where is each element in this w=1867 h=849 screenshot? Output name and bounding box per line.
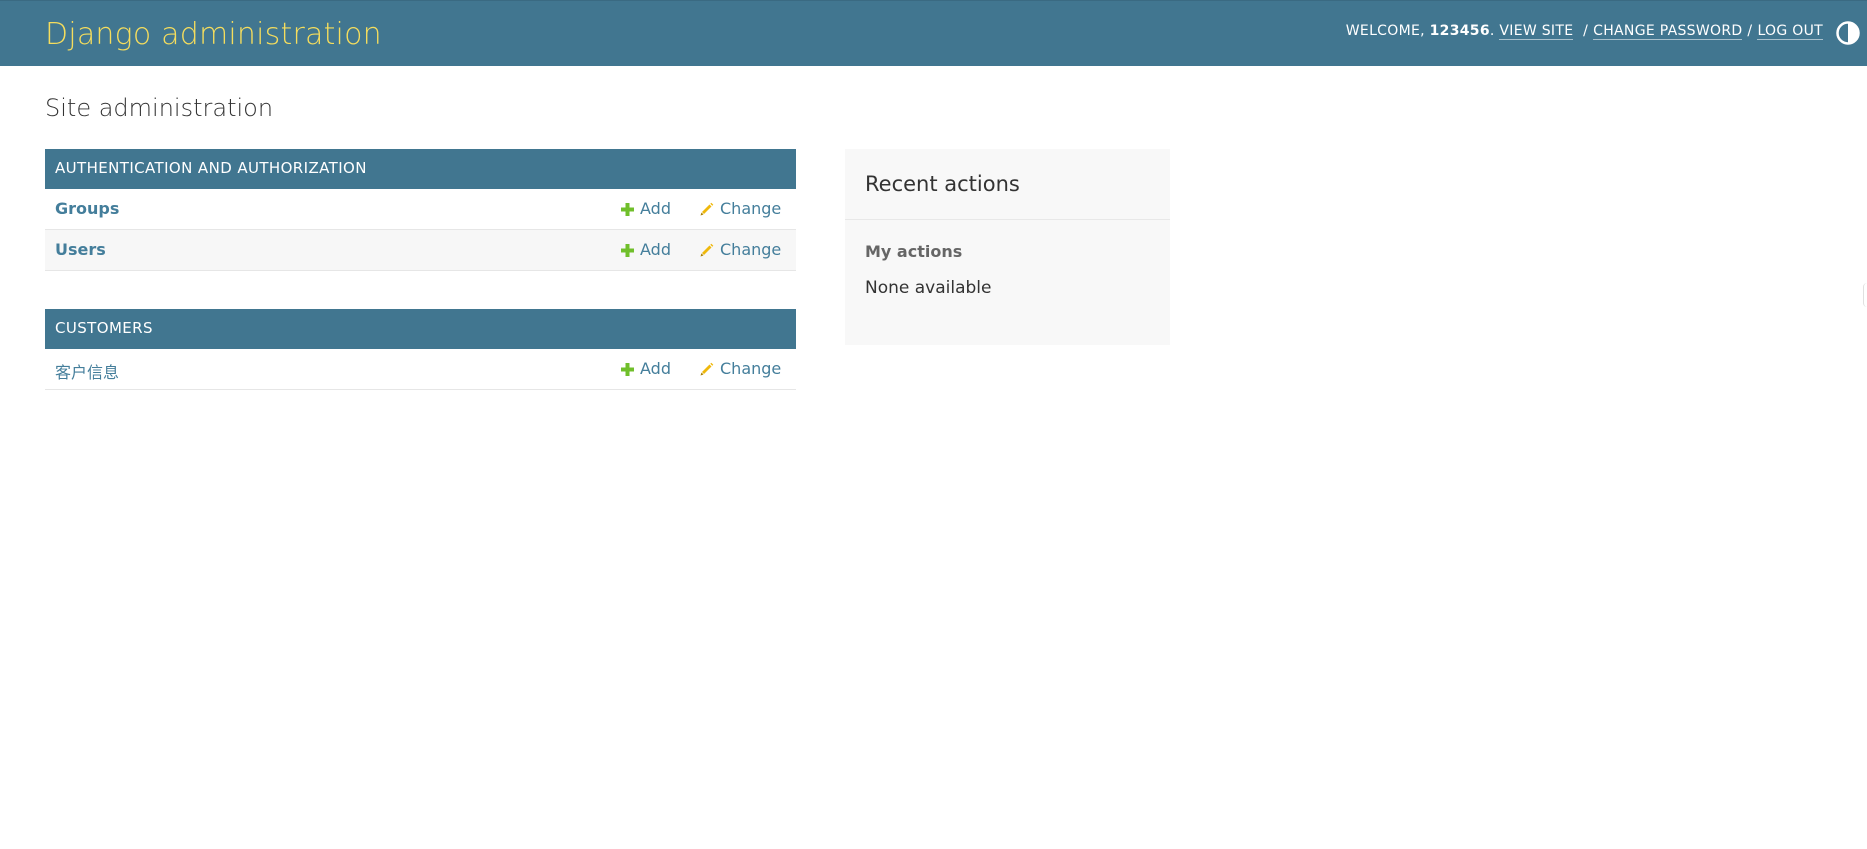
change-groups-link[interactable]: Change: [700, 199, 781, 218]
site-branding[interactable]: Django administration: [45, 17, 382, 52]
scroll-edge-indicator: [1863, 283, 1867, 307]
change-users-link[interactable]: Change: [700, 240, 781, 259]
change-customer-info-link[interactable]: Change: [700, 359, 781, 378]
add-users-link[interactable]: Add: [621, 240, 671, 259]
pencil-icon: [700, 243, 714, 257]
change-label: Change: [720, 240, 782, 259]
app-module-customers: Customers 客户信息 Add Change: [45, 309, 796, 390]
separator: /: [1747, 23, 1753, 39]
recent-actions-title: Recent actions: [845, 149, 1170, 220]
username: 123456: [1429, 23, 1490, 39]
log-out-link[interactable]: Log out: [1757, 23, 1823, 40]
add-groups-link[interactable]: Add: [621, 199, 671, 218]
pencil-icon: [700, 362, 714, 376]
change-password-link[interactable]: Change password: [1593, 23, 1743, 40]
change-label: Change: [720, 199, 782, 218]
welcome-text: Welcome,: [1345, 23, 1425, 39]
username-suffix: .: [1489, 23, 1495, 39]
page-title: Site administration: [45, 94, 274, 122]
model-link-users[interactable]: Users: [55, 240, 106, 259]
header-bar: Django administration Welcome, 123456. V…: [0, 0, 1867, 66]
model-row-customer-info: 客户信息 Add Change: [45, 349, 796, 390]
module-caption-customers[interactable]: Customers: [45, 309, 796, 349]
change-label: Change: [720, 359, 782, 378]
pencil-icon: [700, 202, 714, 216]
view-site-link[interactable]: View site: [1499, 23, 1574, 40]
add-label: Add: [640, 240, 671, 259]
no-actions-text: None available: [865, 278, 992, 298]
app-module-auth: Authentication and Authorization Groups …: [45, 149, 796, 271]
model-row-users: Users Add Change: [45, 230, 796, 271]
add-label: Add: [640, 359, 671, 378]
add-label: Add: [640, 199, 671, 218]
user-tools: Welcome, 123456. View site / Change passw…: [1345, 23, 1823, 40]
separator: /: [1583, 23, 1589, 39]
module-caption-auth[interactable]: Authentication and Authorization: [45, 149, 796, 189]
model-row-groups: Groups Add Change: [45, 189, 796, 230]
plus-icon: [621, 363, 634, 376]
my-actions-heading: My actions: [865, 242, 963, 261]
plus-icon: [621, 244, 634, 257]
half-circle-theme-icon: [1836, 21, 1860, 45]
recent-actions-panel: Recent actions My actions None available: [845, 149, 1170, 345]
theme-toggle-button[interactable]: [1835, 20, 1861, 46]
plus-icon: [621, 203, 634, 216]
model-link-customer-info[interactable]: 客户信息: [55, 359, 119, 383]
model-link-groups[interactable]: Groups: [55, 199, 119, 218]
add-customer-info-link[interactable]: Add: [621, 359, 671, 378]
